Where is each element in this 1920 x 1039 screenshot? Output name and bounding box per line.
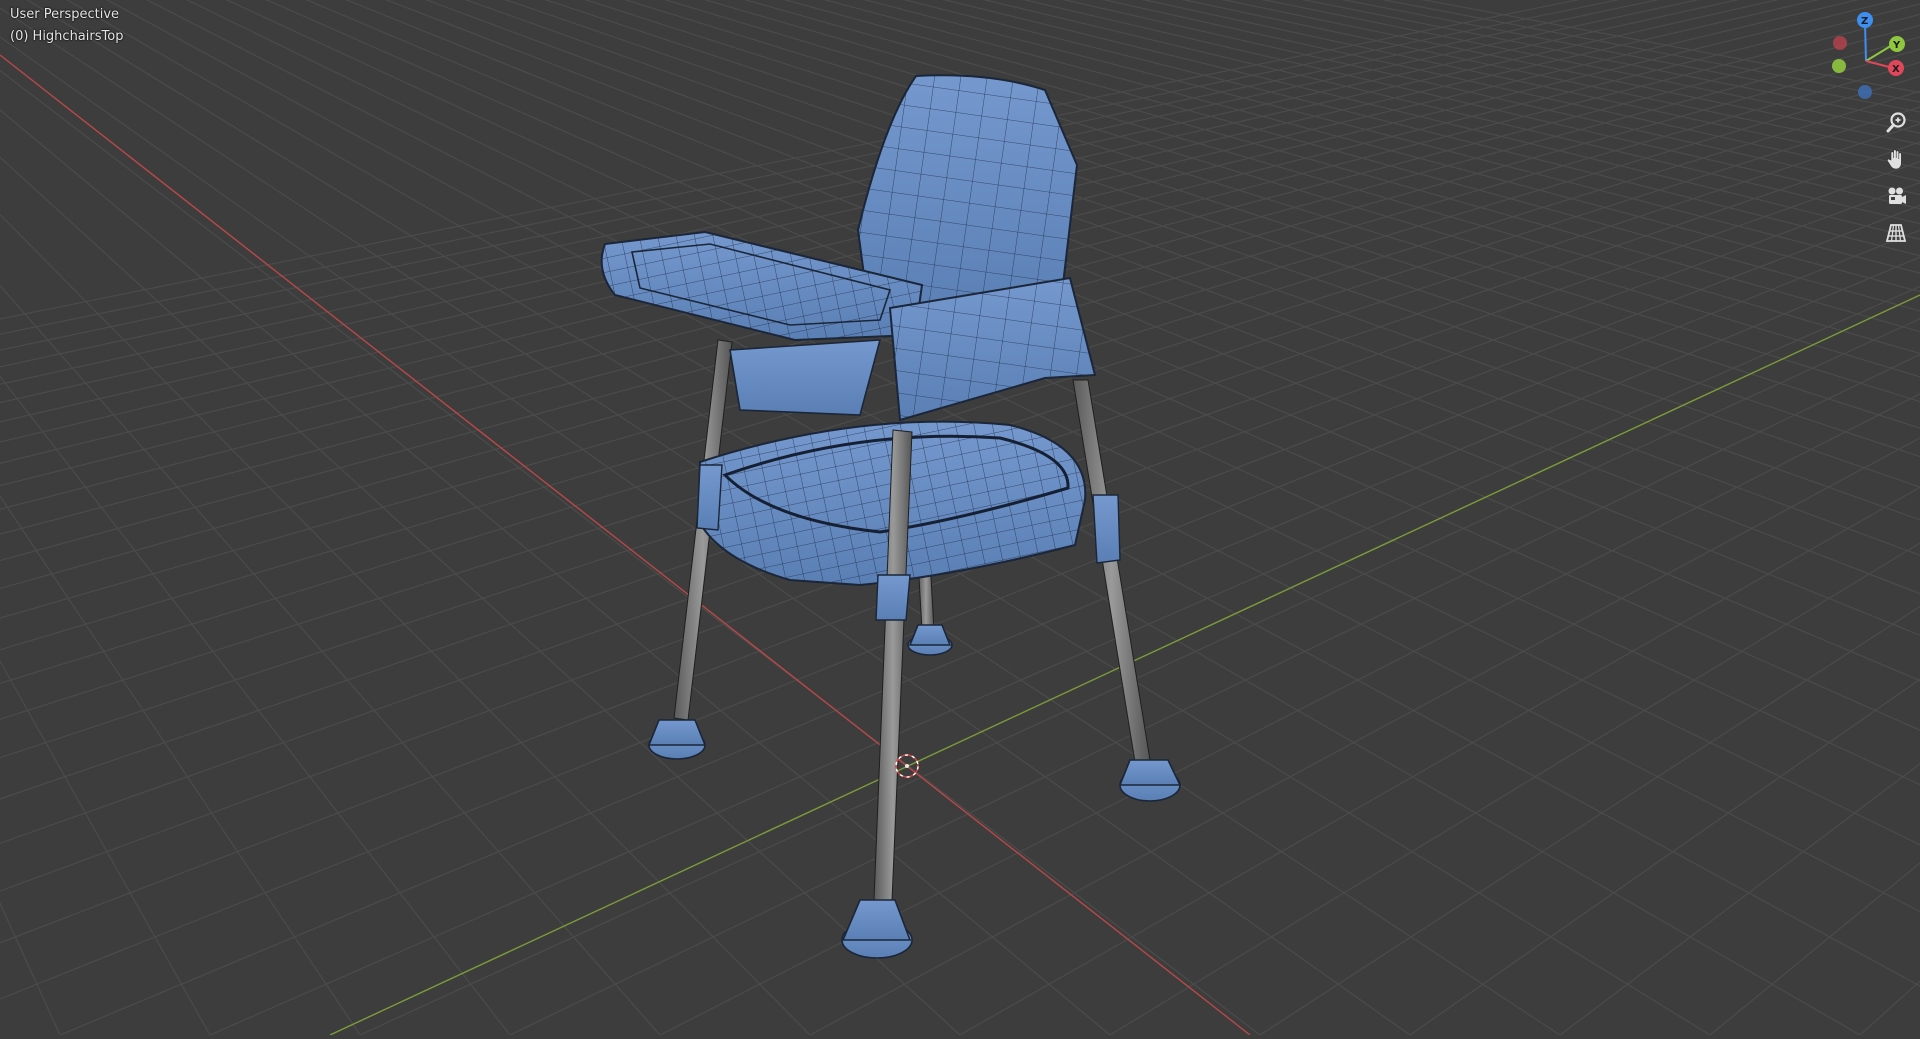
gizmo-x-label: X (1892, 64, 1900, 75)
gizmo-neg-x[interactable] (1833, 36, 1847, 50)
chair-feet (647, 624, 1182, 959)
viewport-view-name: User Perspective (10, 7, 120, 22)
chair-seat-front (729, 339, 882, 416)
gizmo-y-label: Y (1892, 40, 1901, 51)
leg-sleeve-left (696, 464, 723, 531)
leg-sleeve-front (875, 574, 911, 621)
zoom-icon (1886, 112, 1906, 133)
zoom-button[interactable] (1880, 107, 1912, 139)
gizmo-z-label: Z (1861, 16, 1868, 27)
leg-sleeve-right (1092, 494, 1121, 564)
viewport-active-object: (0) HighchairsTop (10, 29, 124, 44)
viewport-scene[interactable] (0, 0, 1920, 1036)
hand-pan-icon (1887, 149, 1902, 170)
pan-button[interactable] (1880, 144, 1912, 176)
orientation-gizmo[interactable]: Z Y X (1820, 8, 1920, 104)
perspective-toggle-button[interactable] (1880, 217, 1912, 249)
camera-view-icon (1888, 187, 1906, 204)
perspective-grid-icon (1885, 224, 1907, 242)
camera-view-button[interactable] (1880, 180, 1912, 212)
gizmo-neg-z[interactable] (1858, 85, 1872, 99)
3d-viewport[interactable]: User Perspective (0) HighchairsTop Z Y X (0, 0, 1920, 1036)
gizmo-neg-y[interactable] (1832, 59, 1846, 73)
chair-leg-back-right (1072, 379, 1151, 763)
3d-cursor[interactable] (895, 754, 919, 778)
